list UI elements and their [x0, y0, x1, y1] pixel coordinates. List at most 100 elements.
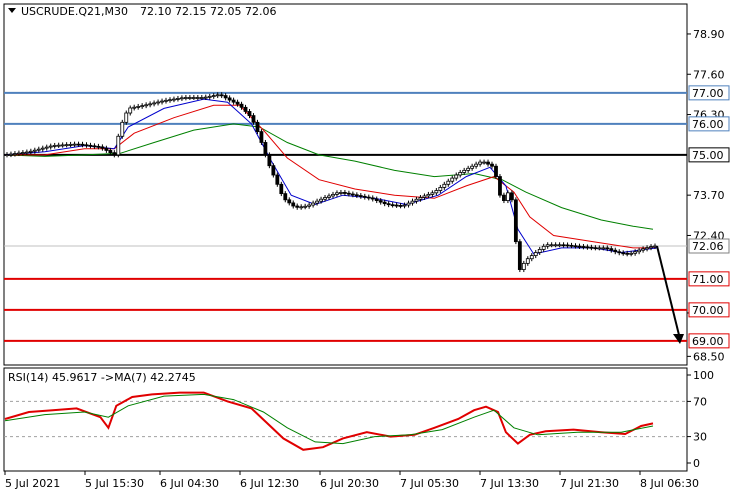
candle-body [5, 154, 9, 157]
price-tick-label: 73.70 [693, 189, 725, 202]
candle-body [60, 144, 65, 147]
candle-body [378, 200, 383, 203]
candle-body [255, 121, 260, 133]
candle-body [311, 202, 316, 206]
candle-body [152, 102, 156, 105]
candle-body [581, 246, 586, 248]
candle-body [156, 101, 160, 104]
candle-body [597, 247, 602, 250]
time-tick-label: 7 Jul 13:30 [480, 477, 539, 490]
level-tag-label: 75.00 [692, 149, 724, 162]
candle-body [418, 197, 423, 200]
candle-body [215, 94, 220, 97]
candle-body [629, 252, 634, 255]
candle-body [183, 97, 188, 99]
candle-body [84, 144, 89, 147]
candle-body [649, 246, 653, 249]
candle-body [263, 142, 268, 156]
candle-body [168, 99, 172, 102]
candle-body [362, 195, 367, 198]
candle-body [589, 246, 594, 249]
candle-body [92, 145, 97, 148]
level-tag-label: 76.00 [692, 118, 724, 131]
candle-body [613, 249, 618, 253]
time-tick-label: 6 Jul 20:30 [320, 477, 379, 490]
candle-body [64, 144, 69, 147]
candle-body [346, 192, 351, 195]
candle-body [223, 95, 228, 99]
candle-body [287, 199, 292, 204]
rsi-tick-label: 0 [693, 457, 700, 470]
candle-body [251, 115, 256, 123]
candle-body [128, 107, 133, 114]
candle-body [458, 172, 463, 176]
candle-body [243, 106, 248, 112]
price-tick-label: 68.50 [693, 350, 725, 363]
time-tick-label: 6 Jul 04:30 [160, 477, 219, 490]
candle-body [633, 251, 638, 254]
candle-body [307, 204, 312, 207]
candle-body [283, 193, 288, 201]
candle-body [275, 174, 280, 185]
candle-body [509, 192, 514, 201]
candle-body [136, 106, 141, 108]
candle-body [116, 135, 121, 156]
candle-body [521, 262, 526, 270]
candle-body [398, 205, 403, 207]
candle-body [180, 97, 184, 100]
candle-body [327, 195, 331, 198]
candle-body [374, 198, 379, 201]
candle-body [354, 194, 359, 197]
time-tick-label: 7 Jul 21:30 [560, 477, 619, 490]
candle-body [653, 245, 657, 248]
ohlc-values: 72.10 72.15 72.05 72.06 [140, 5, 276, 18]
candle-body [466, 167, 471, 171]
candle-body [529, 255, 534, 260]
candle-body [88, 144, 93, 147]
level-tag-label: 77.00 [692, 87, 724, 100]
candle-body [315, 200, 319, 204]
candle-body [195, 97, 200, 99]
candle-body [645, 247, 649, 250]
candle-body [259, 131, 264, 143]
candle-body [132, 106, 137, 109]
time-tick-label: 8 Jul 06:30 [640, 477, 699, 490]
candle-body [454, 174, 459, 179]
candle-body [319, 198, 323, 202]
candle-body [140, 105, 145, 108]
candle-body [96, 145, 101, 148]
candle-body [430, 192, 435, 195]
candle-body [533, 252, 538, 257]
candle-body [231, 99, 236, 103]
candle-body [36, 148, 41, 151]
candle-body [434, 190, 439, 194]
candle-body [585, 246, 590, 249]
candle-body [187, 97, 192, 99]
candle-body [271, 165, 276, 176]
candle-body [350, 193, 355, 196]
candle-body [569, 244, 574, 247]
candle-body [172, 98, 176, 101]
symbol-title: USCRUDE.Q21,M30 [21, 5, 128, 18]
candle-body [414, 198, 419, 202]
candle-body [549, 244, 554, 247]
time-tick-label: 5 Jul 15:30 [85, 477, 144, 490]
candle-body [442, 183, 447, 188]
candle-body [593, 247, 598, 250]
candle-body [494, 165, 498, 177]
candle-body [609, 248, 614, 251]
candle-body [303, 205, 308, 208]
candle-body [625, 252, 630, 255]
candle-body [56, 144, 61, 147]
candle-body [553, 244, 558, 247]
candle-body [68, 143, 73, 146]
candle-body [513, 199, 518, 243]
candle-body [410, 200, 415, 204]
candle-body [537, 249, 542, 253]
current-price-tag-label: 72.06 [692, 240, 724, 253]
candle-body [17, 152, 21, 155]
candle-body [104, 147, 109, 151]
candle-body [28, 150, 33, 153]
candle-body [470, 165, 475, 169]
candle-body [124, 112, 129, 123]
